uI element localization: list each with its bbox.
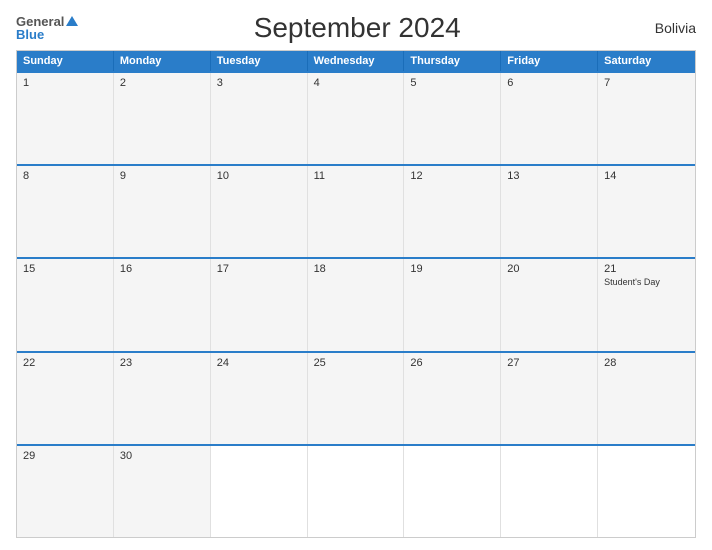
day-cell-5: 5 (404, 73, 501, 164)
day-headers-row: Sunday Monday Tuesday Wednesday Thursday… (17, 51, 695, 71)
header-monday: Monday (114, 51, 211, 71)
header-thursday: Thursday (404, 51, 501, 71)
day-cell-12: 12 (404, 166, 501, 257)
week-row-1: 1 2 3 4 5 6 7 (17, 71, 695, 164)
week-row-4: 22 23 24 25 26 27 28 (17, 351, 695, 444)
header-tuesday: Tuesday (211, 51, 308, 71)
day-cell-18: 18 (308, 259, 405, 350)
header: General Blue September 2024 Bolivia (16, 12, 696, 44)
day-cell-1: 1 (17, 73, 114, 164)
logo-blue-text: Blue (16, 28, 44, 41)
day-cell-empty-4 (501, 446, 598, 537)
day-cell-22: 22 (17, 353, 114, 444)
day-cell-19: 19 (404, 259, 501, 350)
day-cell-empty-5 (598, 446, 695, 537)
day-cell-17: 17 (211, 259, 308, 350)
day-cell-8: 8 (17, 166, 114, 257)
day-cell-3: 3 (211, 73, 308, 164)
day-cell-28: 28 (598, 353, 695, 444)
day-cell-25: 25 (308, 353, 405, 444)
calendar-grid: Sunday Monday Tuesday Wednesday Thursday… (16, 50, 696, 538)
calendar-title: September 2024 (78, 12, 636, 44)
day-cell-7: 7 (598, 73, 695, 164)
day-cell-24: 24 (211, 353, 308, 444)
day-cell-empty-3 (404, 446, 501, 537)
day-cell-29: 29 (17, 446, 114, 537)
day-cell-9: 9 (114, 166, 211, 257)
day-cell-20: 20 (501, 259, 598, 350)
day-cell-15: 15 (17, 259, 114, 350)
day-cell-14: 14 (598, 166, 695, 257)
day-cell-30: 30 (114, 446, 211, 537)
logo: General Blue (16, 15, 78, 41)
day-cell-27: 27 (501, 353, 598, 444)
calendar-page: General Blue September 2024 Bolivia Sund… (0, 0, 712, 550)
header-friday: Friday (501, 51, 598, 71)
day-cell-13: 13 (501, 166, 598, 257)
day-cell-23: 23 (114, 353, 211, 444)
day-cell-2: 2 (114, 73, 211, 164)
day-cell-empty-1 (211, 446, 308, 537)
week-row-3: 15 16 17 18 19 20 21 Student's Day (17, 257, 695, 350)
day-cell-11: 11 (308, 166, 405, 257)
day-cell-26: 26 (404, 353, 501, 444)
day-cell-empty-2 (308, 446, 405, 537)
header-wednesday: Wednesday (308, 51, 405, 71)
day-cell-6: 6 (501, 73, 598, 164)
logo-triangle-icon (66, 16, 78, 26)
day-cell-16: 16 (114, 259, 211, 350)
week-row-5: 29 30 (17, 444, 695, 537)
country-label: Bolivia (636, 20, 696, 36)
header-sunday: Sunday (17, 51, 114, 71)
day-cell-21: 21 Student's Day (598, 259, 695, 350)
day-cell-4: 4 (308, 73, 405, 164)
holiday-students-day: Student's Day (604, 277, 689, 288)
day-cell-10: 10 (211, 166, 308, 257)
week-row-2: 8 9 10 11 12 13 14 (17, 164, 695, 257)
header-saturday: Saturday (598, 51, 695, 71)
weeks-container: 1 2 3 4 5 6 7 8 9 10 11 12 13 14 15 16 (17, 71, 695, 537)
